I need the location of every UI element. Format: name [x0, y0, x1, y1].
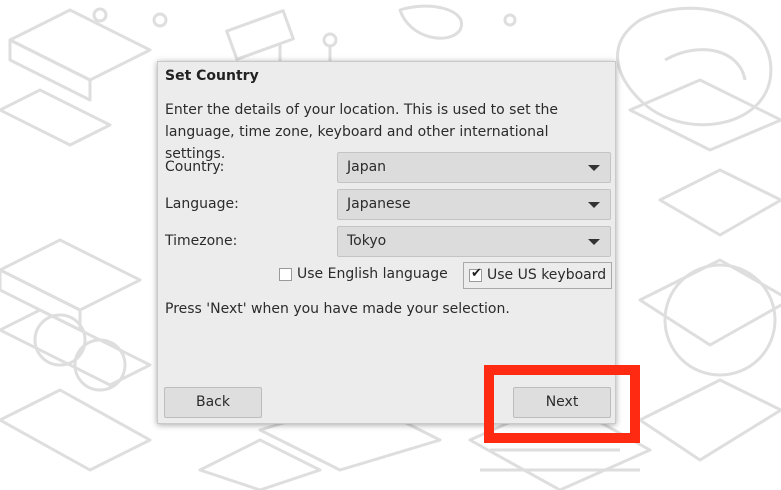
language-combobox[interactable]: Japanese — [337, 189, 611, 220]
timezone-combobox[interactable]: Tokyo — [337, 226, 611, 257]
timezone-label: Timezone: — [165, 233, 238, 249]
use-us-keyboard-checkbox[interactable]: ✔ Use US keyboard — [463, 262, 612, 289]
checkbox-box: ✔ — [469, 266, 482, 282]
timezone-value: Tokyo — [347, 233, 387, 249]
country-label: Country: — [165, 159, 225, 175]
use-english-language-label: Use English language — [297, 266, 448, 282]
dropdown-arrow-icon — [588, 165, 600, 171]
back-button[interactable]: Back — [164, 387, 262, 418]
instruction-text: Press 'Next' when you have made your sel… — [165, 301, 510, 317]
highlight-box — [484, 365, 640, 443]
checkbox-box — [279, 268, 292, 281]
country-combobox[interactable]: Japan — [337, 152, 611, 183]
use-us-keyboard-label: Use US keyboard — [487, 267, 607, 283]
use-english-language-checkbox[interactable]: Use English language — [274, 262, 459, 289]
checkmark-icon: ✔ — [471, 266, 482, 281]
dropdown-arrow-icon — [588, 239, 600, 245]
language-value: Japanese — [347, 196, 411, 212]
dialog-title: Set Country — [165, 68, 259, 84]
country-value: Japan — [347, 159, 387, 175]
language-label: Language: — [165, 196, 239, 212]
dropdown-arrow-icon — [588, 202, 600, 208]
